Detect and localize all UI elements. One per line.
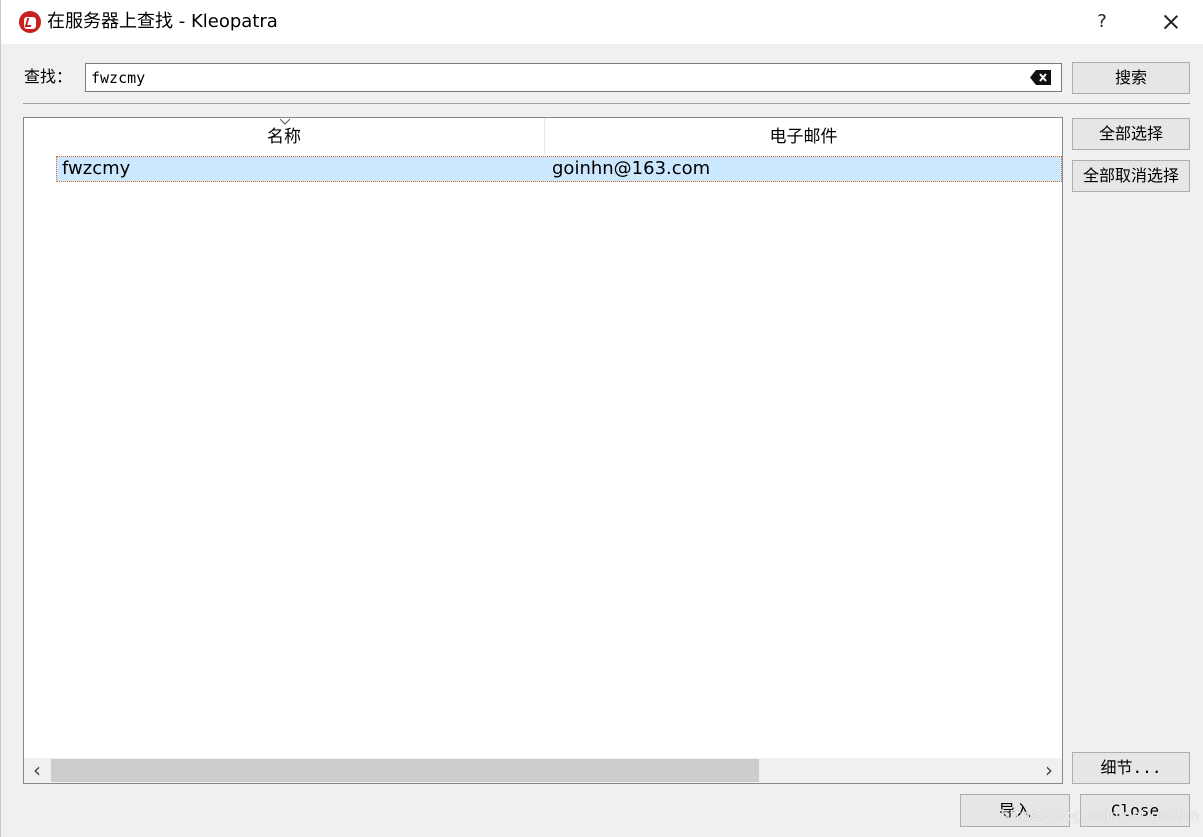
clear-input-icon[interactable] <box>1030 70 1052 85</box>
search-on-server-dialog: 在服务器上查找 - Kleopatra ? 查找： fwzcmy 搜索 名称 电… <box>0 0 1203 837</box>
scroll-left-arrow-icon[interactable]: ‹ <box>24 758 50 783</box>
horizontal-scrollbar[interactable]: ‹ › <box>24 758 1062 783</box>
help-button[interactable]: ? <box>1089 8 1115 36</box>
table-row[interactable]: fwzcmy goinhn@163.com <box>56 156 1062 182</box>
column-header-email[interactable]: 电子邮件 <box>545 118 1062 155</box>
search-input-value: fwzcmy <box>91 69 146 87</box>
select-all-button[interactable]: 全部选择 <box>1072 118 1190 150</box>
search-label: 查找： <box>24 67 73 86</box>
title-bar: 在服务器上查找 - Kleopatra ? <box>1 0 1203 44</box>
details-button[interactable]: 细节... <box>1072 752 1190 784</box>
search-input[interactable]: fwzcmy <box>85 63 1062 92</box>
separator <box>23 103 1190 104</box>
search-button[interactable]: 搜索 <box>1072 62 1190 94</box>
close-button[interactable]: Close <box>1080 794 1190 827</box>
row-email-cell: goinhn@163.com <box>552 158 711 179</box>
scroll-right-arrow-icon[interactable]: › <box>1036 758 1062 783</box>
results-table[interactable]: 名称 电子邮件 fwzcmy goinhn@163.com ‹ › <box>23 117 1063 784</box>
row-name-cell: fwzcmy <box>62 158 131 179</box>
close-window-button[interactable] <box>1153 6 1189 38</box>
import-button[interactable]: 导入 <box>960 794 1070 827</box>
table-header: 名称 电子邮件 <box>24 118 1062 155</box>
scroll-thumb[interactable] <box>51 759 759 782</box>
sort-descending-icon <box>280 119 290 125</box>
window-title: 在服务器上查找 - Kleopatra <box>47 11 278 32</box>
deselect-all-button[interactable]: 全部取消选择 <box>1072 160 1190 192</box>
kleopatra-app-icon <box>19 11 41 33</box>
